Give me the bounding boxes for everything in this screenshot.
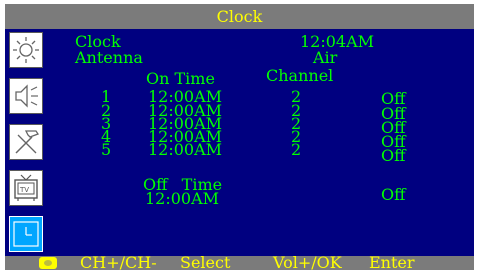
timer-number: 5 (101, 140, 112, 159)
svg-text:TV: TV (19, 186, 29, 194)
on-time-header: On Time (146, 69, 215, 88)
on-time-value[interactable]: 12:00AM (148, 142, 222, 158)
off-time-value[interactable]: 12:00AM (145, 191, 219, 207)
tv-channel-icon[interactable]: TV (9, 170, 43, 206)
antenna-value[interactable]: Air (313, 50, 337, 66)
channel-value[interactable]: 2 (291, 142, 301, 158)
vol-ok-hint: Vol+/OK (273, 253, 342, 270)
setup-tools-icon[interactable] (9, 124, 43, 160)
hint-bar: CH+/CH- Select Vol+/OK Enter (5, 253, 474, 270)
channel-header: Channel (266, 66, 334, 85)
picture-brightness-icon[interactable] (9, 32, 43, 68)
select-hint: Select (180, 253, 231, 270)
clock-settings-panel: Clock 12:04AM Antenna Air On Time Channe… (51, 32, 474, 254)
enter-hint: Enter (369, 253, 415, 270)
off-timer-state[interactable]: Off (381, 187, 405, 203)
menu-sidebar: TV (5, 32, 51, 254)
osd-menu: Clock TV Clock 12:04AM Antenna Air On Ti… (5, 4, 474, 270)
menu-title: Clock (216, 7, 263, 26)
sound-speaker-icon[interactable] (9, 78, 43, 114)
channel-nav-hint: CH+/CH- (80, 253, 157, 270)
antenna-label: Antenna (75, 48, 143, 67)
timer-state[interactable]: Off (381, 148, 405, 164)
tv-screen: Clock TV Clock 12:04AM Antenna Air On Ti… (0, 0, 481, 276)
title-bar: Clock (5, 4, 474, 29)
clock-timer-icon[interactable] (9, 216, 43, 252)
ok-button-icon (39, 257, 57, 269)
clock-value[interactable]: 12:04AM (300, 34, 374, 50)
